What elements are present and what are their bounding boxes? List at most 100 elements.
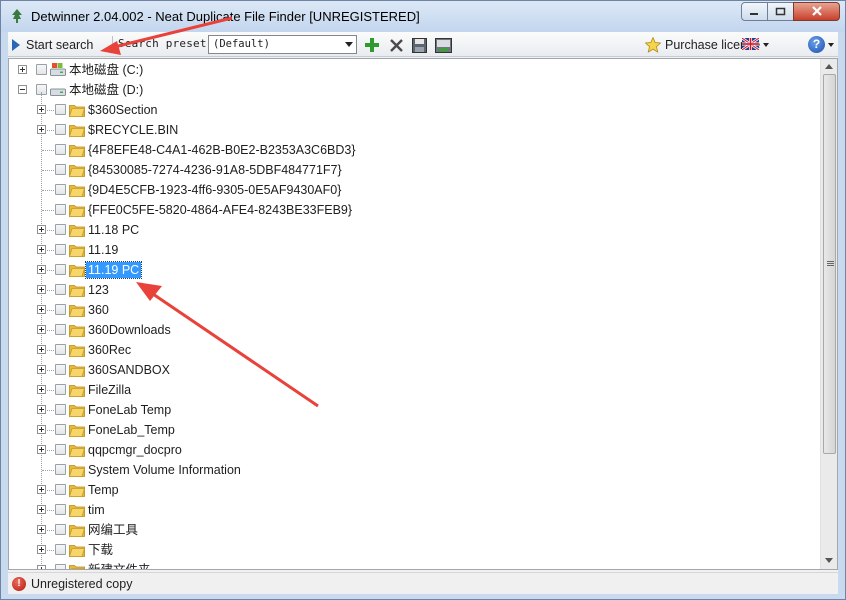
expand-icon[interactable] (37, 485, 46, 494)
folder-checkbox[interactable] (55, 304, 66, 315)
folder-label[interactable]: {84530085-7274-4236-91A8-5DBF484771F7} (86, 162, 344, 178)
folder-label[interactable]: tim (86, 502, 107, 518)
expand-icon[interactable] (37, 325, 46, 334)
folder-checkbox[interactable] (55, 324, 66, 335)
folder-checkbox[interactable] (55, 264, 66, 275)
folder-label[interactable]: 123 (86, 282, 111, 298)
drive-label[interactable]: 本地磁盘 (C:) (67, 62, 145, 78)
folder-label[interactable]: Temp (86, 482, 121, 498)
folder-checkbox[interactable] (55, 424, 66, 435)
folder-checkbox[interactable] (55, 404, 66, 415)
folder-tree[interactable]: 本地磁盘 (C:) 本地磁盘 (D:) $360Section $RECYCLE.BI… (8, 58, 838, 570)
close-button[interactable] (793, 2, 840, 21)
expand-icon[interactable] (37, 545, 46, 554)
folder-label[interactable]: 360 (86, 302, 111, 318)
save-preset-button[interactable] (410, 36, 428, 54)
folder-label[interactable]: $RECYCLE.BIN (86, 122, 180, 138)
folder-label[interactable]: {FFE0C5FE-5820-4864-AFE4-8243BE33FEB9} (86, 202, 354, 218)
scroll-up-icon[interactable] (825, 64, 833, 69)
minimize-button[interactable] (741, 2, 768, 21)
folder-label[interactable]: {9D4E5CFB-1923-4ff6-9305-0E5AF9430AF0} (86, 182, 343, 198)
folder-checkbox[interactable] (55, 224, 66, 235)
folder-label[interactable]: System Volume Information (86, 462, 243, 478)
expand-icon[interactable] (37, 385, 46, 394)
expand-icon[interactable] (37, 245, 46, 254)
expand-icon[interactable] (37, 285, 46, 294)
expand-icon[interactable] (37, 425, 46, 434)
expand-icon[interactable] (37, 225, 46, 234)
folder-checkbox[interactable] (55, 504, 66, 515)
add-preset-button[interactable] (363, 36, 381, 54)
scrollbar-thumb[interactable] (823, 74, 836, 454)
drive-label[interactable]: 本地磁盘 (D:) (67, 82, 145, 98)
folder-checkbox[interactable] (55, 104, 66, 115)
expand-icon[interactable] (37, 105, 46, 114)
folder-checkbox[interactable] (55, 544, 66, 555)
expand-icon[interactable] (37, 265, 46, 274)
folder-checkbox[interactable] (55, 124, 66, 135)
expand-icon[interactable] (37, 125, 46, 134)
folder-checkbox[interactable] (55, 444, 66, 455)
folder-checkbox[interactable] (55, 164, 66, 175)
folder-label[interactable]: 网编工具 (86, 522, 140, 538)
folder-label[interactable]: 11.19 (86, 242, 120, 258)
folder-label[interactable]: {4F8EFE48-C4A1-462B-B0E2-B2353A3C6BD3} (86, 142, 358, 158)
window-title: Detwinner 2.04.002 - Neat Duplicate File… (31, 9, 420, 24)
folder-icon (69, 205, 85, 217)
folder-label[interactable]: 360Downloads (86, 322, 173, 338)
folder-icon (69, 345, 85, 357)
folder-checkbox[interactable] (55, 484, 66, 495)
folder-label[interactable]: 新建文件夹 (86, 562, 153, 569)
folder-checkbox[interactable] (55, 244, 66, 255)
folder-checkbox[interactable] (55, 204, 66, 215)
uk-flag-icon (742, 38, 759, 50)
delete-preset-button[interactable] (387, 36, 405, 54)
maximize-button[interactable] (767, 2, 794, 21)
expand-icon[interactable] (37, 445, 46, 454)
expand-icon[interactable] (37, 525, 46, 534)
search-preset-label: Search preset: (118, 37, 214, 50)
folder-checkbox[interactable] (55, 284, 66, 295)
expand-icon[interactable] (18, 65, 27, 74)
drive-checkbox[interactable] (36, 64, 47, 75)
folder-checkbox[interactable] (55, 144, 66, 155)
folder-label[interactable]: FoneLab Temp (86, 402, 173, 418)
expand-icon[interactable] (37, 305, 46, 314)
delete-preset-icon (389, 38, 403, 52)
folder-icon (69, 565, 85, 569)
folder-checkbox[interactable] (55, 184, 66, 195)
vertical-scrollbar[interactable] (820, 59, 837, 569)
folder-label[interactable]: 11.18 PC (86, 222, 141, 238)
start-search-button[interactable]: Start search (12, 35, 93, 54)
chevron-down-icon (763, 43, 769, 47)
folder-label[interactable]: $360Section (86, 102, 160, 118)
expand-icon[interactable] (37, 345, 46, 354)
collapse-icon[interactable] (18, 85, 27, 94)
status-text: Unregistered copy (31, 577, 133, 591)
folder-label[interactable]: 11.19 PC (84, 261, 143, 279)
expand-icon[interactable] (37, 565, 46, 569)
folder-icon (69, 265, 85, 277)
folder-checkbox[interactable] (55, 524, 66, 535)
folder-label[interactable]: qqpcmgr_docpro (86, 442, 184, 458)
folder-icon (69, 325, 85, 337)
folder-label[interactable]: 360SANDBOX (86, 362, 172, 378)
expand-icon[interactable] (37, 365, 46, 374)
edit-preset-button[interactable] (434, 36, 452, 54)
expand-icon[interactable] (37, 505, 46, 514)
scroll-down-icon[interactable] (825, 558, 833, 563)
search-preset-value: (Default) (213, 38, 270, 50)
folder-checkbox[interactable] (55, 344, 66, 355)
folder-checkbox[interactable] (55, 464, 66, 475)
folder-checkbox[interactable] (55, 364, 66, 375)
folder-checkbox[interactable] (55, 564, 66, 569)
folder-checkbox[interactable] (55, 384, 66, 395)
grip-line (827, 265, 834, 266)
expand-icon[interactable] (37, 405, 46, 414)
folder-label[interactable]: FoneLab_Temp (86, 422, 177, 438)
title-bar[interactable]: Detwinner 2.04.002 - Neat Duplicate File… (1, 1, 845, 32)
search-preset-select[interactable]: (Default) (208, 35, 357, 54)
folder-label[interactable]: 360Rec (86, 342, 133, 358)
folder-label[interactable]: 下载 (86, 542, 115, 558)
folder-label[interactable]: FileZilla (86, 382, 133, 398)
